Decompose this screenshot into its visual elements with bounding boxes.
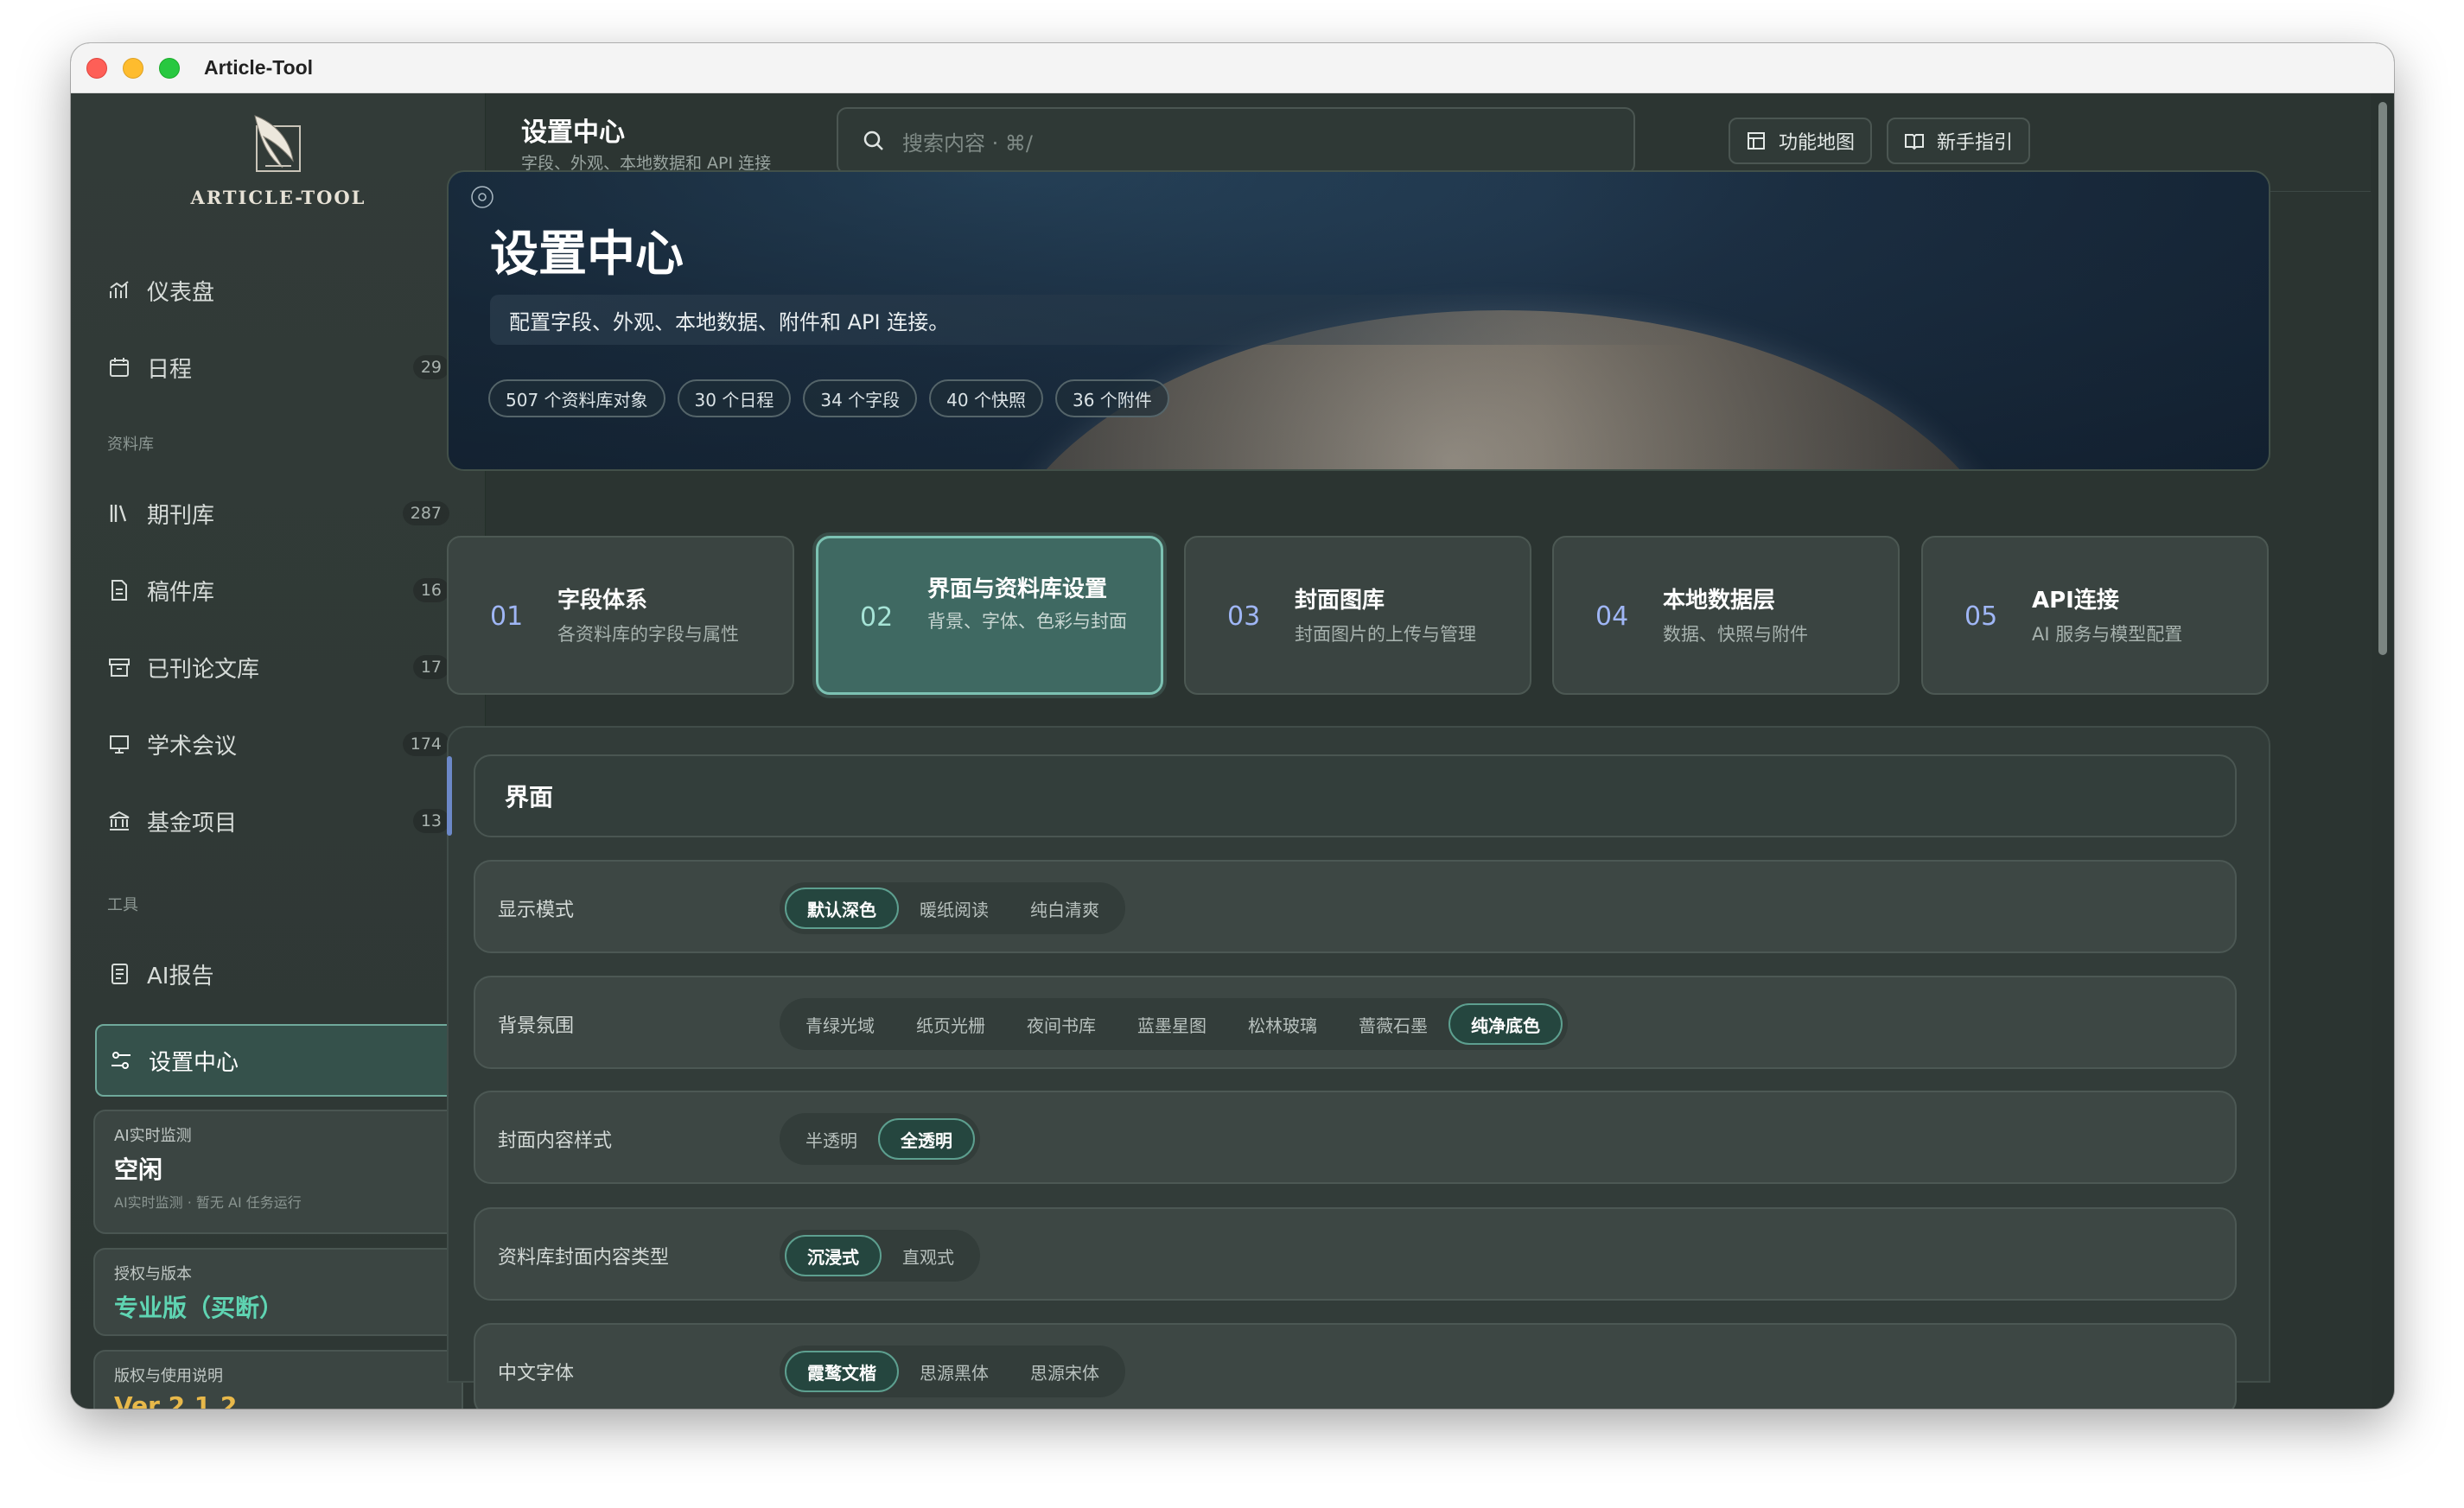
hero-banner: 设置中心 配置字段、外观、本地数据、附件和 API 连接。 507 个资料库对象… xyxy=(447,170,2270,471)
step-description: 各资料库的字段与属性 xyxy=(557,624,739,645)
count-badge: 17 xyxy=(412,655,449,679)
hero-description: 配置字段、外观、本地数据、附件和 API 连接。 xyxy=(490,295,1700,345)
step-tile-api[interactable]: 05 API连接 AI 服务与模型配置 xyxy=(1921,536,2269,695)
license-card[interactable]: 授权与版本 专业版（买断） xyxy=(93,1248,463,1336)
scrollbar-thumb[interactable] xyxy=(2378,102,2387,655)
sidebar-item-label: 期刊库 xyxy=(147,502,215,529)
feature-map-label: 功能地图 xyxy=(1779,132,1856,154)
step-description: AI 服务与模型配置 xyxy=(2032,624,2183,645)
version-label: 版权与使用说明 xyxy=(114,1367,223,1385)
sidebar-item-manuscripts[interactable]: 稿件库 16 xyxy=(95,554,465,627)
quill-logo-icon xyxy=(254,115,301,172)
close-window-button[interactable] xyxy=(86,57,107,79)
logo: ARTICLE-TOOL xyxy=(71,107,486,208)
step-description: 数据、快照与附件 xyxy=(1663,624,1808,645)
sidebar-item-ai-report[interactable]: AI报告 xyxy=(95,938,465,1010)
sidebar-item-grants[interactable]: 基金项目 13 xyxy=(95,785,465,857)
step-tile-fields[interactable]: 01 字段体系 各资料库的字段与属性 xyxy=(447,536,794,695)
step-title: 封面图库 xyxy=(1295,588,1385,614)
minimize-window-button[interactable] xyxy=(123,57,143,79)
search-icon xyxy=(863,130,883,150)
document-icon xyxy=(107,578,131,602)
ai-monitor-detail: AI实时监测 · 暂无 AI 任务运行 xyxy=(114,1194,302,1211)
search-placeholder: 搜索内容 · ⌘/ xyxy=(902,130,1033,156)
presentation-icon xyxy=(107,732,131,756)
step-number: 05 xyxy=(1964,601,1998,632)
step-number: 01 xyxy=(490,601,524,632)
count-badge: 16 xyxy=(412,578,449,602)
step-title: 界面与资料库设置 xyxy=(927,576,1108,602)
step-tile-local-data[interactable]: 04 本地数据层 数据、快照与附件 xyxy=(1552,536,1900,695)
map-grid-icon xyxy=(1748,132,1765,150)
sidebar-item-conferences[interactable]: 学术会议 174 xyxy=(95,708,465,780)
window-title: Article-Tool xyxy=(204,56,314,79)
sidebar-item-label: 仪表盘 xyxy=(147,279,215,306)
hero-title: 设置中心 xyxy=(490,226,684,283)
sidebar: ARTICLE-TOOL 仪表盘 日程 29 资料库 期刊库 287 稿件库 1… xyxy=(71,93,486,1409)
beginner-guide-label: 新手指引 xyxy=(1937,132,2014,154)
main-scrollbar[interactable] xyxy=(2372,93,2394,1409)
stat-chip: 507 个资料库对象 xyxy=(488,379,665,417)
sidebar-item-label: 设置中心 xyxy=(149,1049,239,1076)
sidebar-item-label: 日程 xyxy=(147,356,193,383)
archive-icon xyxy=(107,655,131,679)
count-badge: 13 xyxy=(412,809,449,833)
stat-chip: 34 个字段 xyxy=(803,379,918,417)
section-label-tools: 工具 xyxy=(107,896,138,914)
version-value: Ver 2.1.2 xyxy=(114,1391,238,1409)
sidebar-item-label: AI报告 xyxy=(147,963,214,989)
ai-monitor-label: AI实时监测 xyxy=(114,1127,192,1145)
beginner-guide-button[interactable]: 新手指引 xyxy=(1887,118,2031,164)
stat-chip: 30 个日程 xyxy=(677,379,792,417)
step-number: 03 xyxy=(1227,601,1261,632)
feature-map-button[interactable]: 功能地图 xyxy=(1729,118,1873,164)
step-title: API连接 xyxy=(2032,588,2119,614)
step-description: 背景、字体、色彩与封面 xyxy=(927,611,1127,632)
ai-monitor-status: 空闲 xyxy=(114,1155,163,1184)
step-number: 04 xyxy=(1595,601,1629,632)
search-input[interactable]: 搜索内容 · ⌘/ xyxy=(837,107,1635,175)
step-tile-covers[interactable]: 03 封面图库 封面图片的上传与管理 xyxy=(1184,536,1531,695)
count-badge: 174 xyxy=(402,732,449,756)
calendar-icon xyxy=(107,355,131,379)
sidebar-item-label: 已刊论文库 xyxy=(147,656,260,683)
step-title: 本地数据层 xyxy=(1663,588,1776,614)
page-title: 设置中心 xyxy=(521,118,625,148)
step-title: 字段体系 xyxy=(557,588,648,614)
camera-icon[interactable] xyxy=(469,184,495,210)
sidebar-item-schedule[interactable]: 日程 29 xyxy=(95,331,465,404)
sidebar-item-journals[interactable]: 期刊库 287 xyxy=(95,477,465,550)
section-label-library: 资料库 xyxy=(107,436,154,454)
book-open-icon xyxy=(1905,134,1924,150)
count-badge: 287 xyxy=(402,501,449,525)
logo-text: ARTICLE-TOOL xyxy=(190,187,366,208)
title-bar: Article-Tool xyxy=(71,43,2394,93)
chart-icon xyxy=(107,278,131,302)
sidebar-item-label: 基金项目 xyxy=(147,810,238,837)
sidebar-item-dashboard[interactable]: 仪表盘 xyxy=(95,254,465,327)
step-number: 02 xyxy=(860,602,894,633)
library-icon xyxy=(107,501,131,525)
stat-chip: 40 个快照 xyxy=(929,379,1043,417)
hero-stats: 507 个资料库对象 30 个日程 34 个字段 40 个快照 36 个附件 xyxy=(488,379,1169,417)
sidebar-item-published[interactable]: 已刊论文库 17 xyxy=(95,631,465,703)
license-value: 专业版（买断） xyxy=(114,1294,284,1322)
sidebar-item-label: 学术会议 xyxy=(147,733,238,760)
ai-monitor-card[interactable]: AI实时监测 空闲 AI实时监测 · 暂无 AI 任务运行 xyxy=(93,1110,463,1234)
settings-sliders-icon xyxy=(109,1048,133,1072)
step-tile-interface[interactable]: 02 界面与资料库设置 背景、字体、色彩与封面 xyxy=(816,536,1163,695)
sidebar-item-label: 稿件库 xyxy=(147,579,215,606)
zoom-window-button[interactable] xyxy=(159,57,180,79)
count-badge: 29 xyxy=(412,355,449,379)
stat-chip: 36 个附件 xyxy=(1054,379,1169,417)
sidebar-item-settings[interactable]: 设置中心 xyxy=(95,1024,465,1097)
license-label: 授权与版本 xyxy=(114,1265,192,1283)
version-card[interactable]: 版权与使用说明 Ver 2.1.2 xyxy=(93,1350,463,1409)
bank-icon xyxy=(107,809,131,833)
report-icon xyxy=(107,962,131,986)
step-description: 封面图片的上传与管理 xyxy=(1295,624,1476,645)
